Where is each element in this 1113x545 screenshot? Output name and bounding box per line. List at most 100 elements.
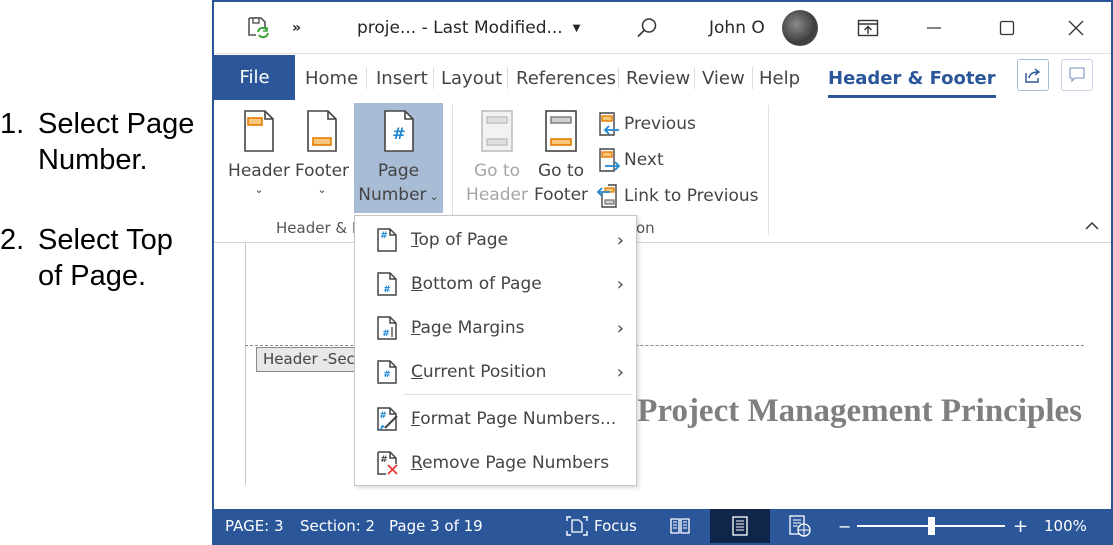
footer-icon xyxy=(307,110,337,152)
tab-layout[interactable]: Layout xyxy=(441,55,502,101)
read-mode-button[interactable] xyxy=(650,509,710,543)
web-layout-button[interactable] xyxy=(770,509,830,543)
collapse-ribbon-icon[interactable] xyxy=(1085,219,1099,235)
tab-references[interactable]: References xyxy=(516,55,616,101)
svg-text:#: # xyxy=(383,285,391,295)
submenu-arrow-icon: › xyxy=(616,229,624,251)
status-page-field[interactable]: PAGE: 3 xyxy=(225,509,284,543)
status-page-count[interactable]: Page 3 of 19 xyxy=(389,509,483,543)
title-bar: » proje... - Last Modified... ▼ John O xyxy=(214,2,1111,54)
web-layout-icon xyxy=(789,515,811,537)
tab-divider xyxy=(752,67,753,89)
word-window: » proje... - Last Modified... ▼ John O F… xyxy=(212,0,1113,545)
ribbon: Header ⌄ Footer ⌄ # Page Number ⌄ Header … xyxy=(214,101,1111,243)
go-to-footer-icon xyxy=(545,110,577,152)
zoom-in-button[interactable]: + xyxy=(1013,509,1028,543)
read-mode-icon xyxy=(670,518,690,534)
tab-divider xyxy=(507,67,508,89)
group-label-header-footer: Header & F xyxy=(276,219,361,237)
header-section-tag[interactable]: Header -Section 2- xyxy=(256,347,366,372)
svg-text:#: # xyxy=(383,370,391,380)
format-page-numbers-icon: # xyxy=(377,407,398,431)
go-to-header-button[interactable]: Go to Header xyxy=(466,103,528,211)
avatar[interactable] xyxy=(780,2,820,54)
previous-button[interactable]: Previous xyxy=(598,109,696,139)
close-icon[interactable] xyxy=(1046,2,1106,54)
group-label-navigation: on xyxy=(636,219,655,237)
search-icon[interactable] xyxy=(617,2,677,54)
zoom-out-button[interactable]: − xyxy=(838,509,851,543)
print-layout-icon xyxy=(732,516,748,536)
document-title[interactable]: proje... - Last Modified... ▼ xyxy=(357,2,580,54)
next-button[interactable]: Next xyxy=(598,145,664,175)
minimize-icon[interactable] xyxy=(904,2,964,54)
tab-help[interactable]: Help xyxy=(759,55,800,101)
page-number-icon: # xyxy=(383,110,414,152)
menu-item-current-position[interactable]: # Current Position › xyxy=(355,350,636,394)
top-of-page-icon: # xyxy=(377,228,397,252)
ribbon-display-options-icon[interactable] xyxy=(838,2,898,54)
chevron-down-icon: ⌄ xyxy=(317,183,327,196)
zoom-percent[interactable]: 100% xyxy=(1044,509,1087,543)
group-divider xyxy=(768,105,769,235)
previous-section-icon xyxy=(599,112,619,136)
svg-text:#: # xyxy=(380,455,388,465)
tab-header-footer[interactable]: Header & Footer xyxy=(828,55,996,101)
share-icon[interactable] xyxy=(1017,59,1049,91)
menu-separator xyxy=(403,394,632,395)
instruction-step-1: 1. Select Page Number. xyxy=(0,108,195,176)
header-button[interactable]: Header ⌄ xyxy=(228,103,290,211)
page-margins-icon: # xyxy=(377,316,397,340)
tab-review[interactable]: Review xyxy=(626,55,690,101)
quick-access-overflow[interactable]: » xyxy=(292,2,301,54)
focus-icon xyxy=(566,516,588,536)
svg-text:#: # xyxy=(392,124,405,143)
user-name[interactable]: John O xyxy=(709,2,765,54)
print-layout-button[interactable] xyxy=(710,509,770,543)
menu-item-format-page-numbers[interactable]: # Format Page Numbers... xyxy=(355,397,636,441)
menu-item-page-margins[interactable]: # Page Margins › xyxy=(355,306,636,350)
tab-view[interactable]: View xyxy=(702,55,745,101)
zoom-slider-handle[interactable] xyxy=(928,517,935,535)
link-to-previous-button[interactable]: Link to Previous xyxy=(596,181,759,211)
chevron-down-icon: ⌄ xyxy=(429,190,439,203)
status-section[interactable]: Section: 2 xyxy=(300,509,375,543)
tab-divider xyxy=(618,67,619,89)
submenu-arrow-icon: › xyxy=(616,273,624,295)
go-to-header-icon xyxy=(481,110,513,152)
menu-item-top-of-page[interactable]: # Top of Page › xyxy=(355,218,636,262)
page-number-menu: # Top of Page › # Bottom of Page › # Pag… xyxy=(354,215,637,486)
focus-button[interactable]: Focus xyxy=(566,509,637,543)
go-to-footer-button[interactable]: Go to Footer xyxy=(530,103,592,211)
autosave-sync-icon[interactable] xyxy=(230,2,288,54)
footer-button[interactable]: Footer ⌄ xyxy=(292,103,352,211)
submenu-arrow-icon: › xyxy=(616,317,624,339)
ribbon-tabs: File Home Insert Layout References Revie… xyxy=(214,55,1111,101)
avatar-image xyxy=(782,10,818,46)
title-dropdown-icon: ▼ xyxy=(572,22,581,34)
bottom-of-page-icon: # xyxy=(377,272,397,296)
submenu-arrow-icon: › xyxy=(616,361,624,383)
tab-file[interactable]: File xyxy=(214,55,295,100)
menu-item-bottom-of-page[interactable]: # Bottom of Page › xyxy=(355,262,636,306)
page-number-button[interactable]: # Page Number ⌄ xyxy=(354,103,443,213)
instruction-step-2: 2. Select Top of Page. xyxy=(0,224,173,292)
header-icon xyxy=(244,110,274,152)
tab-insert[interactable]: Insert xyxy=(376,55,428,101)
next-section-icon xyxy=(599,148,620,172)
tab-home[interactable]: Home xyxy=(305,55,358,101)
comments-icon[interactable] xyxy=(1061,59,1093,91)
maximize-icon[interactable] xyxy=(977,2,1037,54)
tab-divider xyxy=(433,67,434,89)
remove-page-numbers-icon: # xyxy=(377,451,398,475)
menu-item-remove-page-numbers[interactable]: # Remove Page Numbers xyxy=(355,441,636,485)
current-position-icon: # xyxy=(377,360,397,384)
svg-text:#: # xyxy=(379,411,387,421)
svg-text:#: # xyxy=(380,231,388,241)
chevron-down-icon: ⌄ xyxy=(254,183,264,196)
status-bar: PAGE: 3 Section: 2 Page 3 of 19 Focus − … xyxy=(214,509,1111,543)
tab-divider xyxy=(366,67,367,89)
document-canvas[interactable]: Header -Section 2- Project Management Pr… xyxy=(214,243,1111,511)
tab-divider xyxy=(694,67,695,89)
link-to-previous-icon xyxy=(596,184,617,208)
